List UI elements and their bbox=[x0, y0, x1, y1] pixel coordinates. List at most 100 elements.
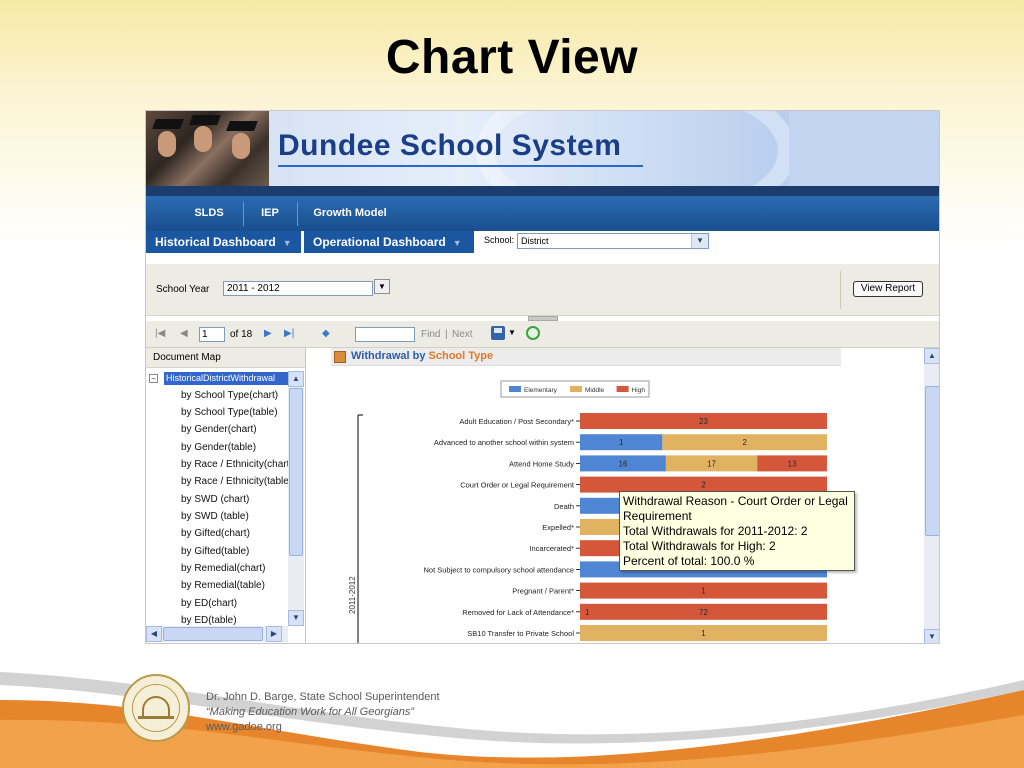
legend-label: Middle bbox=[585, 387, 605, 394]
tree-item[interactable]: by School Type(chart) bbox=[181, 387, 288, 404]
chevron-down-icon[interactable]: ▼ bbox=[374, 279, 390, 294]
refresh-icon[interactable] bbox=[526, 326, 540, 340]
document-map-header: Document Map bbox=[146, 348, 305, 368]
nav-slds[interactable]: SLDS bbox=[176, 196, 242, 231]
document-map-vertical-scrollbar[interactable]: ▲ ▼ bbox=[288, 371, 304, 626]
legend-swatch bbox=[616, 386, 629, 392]
bar-data-label: 23 bbox=[699, 417, 708, 426]
back-icon[interactable]: ◆ bbox=[322, 328, 330, 339]
find-next-link[interactable]: Next bbox=[452, 329, 473, 340]
tree-item[interactable]: by Race / Ethnicity(table) bbox=[181, 473, 288, 490]
chart-icon bbox=[334, 351, 346, 363]
georgia-department-of-education-seal bbox=[122, 674, 190, 742]
legend-label: Elementary bbox=[524, 387, 558, 394]
school-label: School: bbox=[484, 235, 515, 245]
tree-item[interactable]: by Gifted(table) bbox=[181, 543, 288, 560]
category-label: Incarcerated* bbox=[529, 544, 574, 553]
tree-item[interactable]: by Gifted(chart) bbox=[181, 525, 288, 542]
report-header: Withdrawal by School Type bbox=[331, 348, 841, 366]
last-page-icon[interactable]: ▶| bbox=[284, 328, 294, 339]
first-page-icon[interactable]: |◀ bbox=[155, 328, 165, 339]
bar-data-label: 2 bbox=[701, 481, 706, 490]
bar-data-label: 2 bbox=[742, 438, 747, 447]
document-map: Document Map − HistoricalDistrictWithdra… bbox=[146, 348, 306, 643]
tab-operational-dashboard[interactable]: Operational Dashboard ▼ bbox=[304, 231, 474, 253]
tree-item[interactable]: by ED(chart) bbox=[181, 595, 288, 612]
page-count: of 18 bbox=[230, 329, 253, 340]
slide-title: Chart View bbox=[385, 31, 639, 84]
report-vertical-scrollbar[interactable]: ▲ ▼ bbox=[924, 348, 939, 643]
tree-item[interactable]: by Race / Ethnicity(chart) bbox=[181, 456, 288, 473]
report-toolbar: |◀ ◀ 1 of 18 ▶ ▶| ◆ Find | Next ▼ bbox=[146, 321, 939, 348]
document-map-horizontal-scrollbar[interactable]: ◀ ▶ bbox=[146, 626, 288, 642]
tree-item[interactable]: by School Type(table) bbox=[181, 404, 288, 421]
next-page-icon[interactable]: ▶ bbox=[264, 328, 272, 339]
category-label: Pregnant / Parent* bbox=[512, 587, 574, 596]
tree-item[interactable]: by Gender(table) bbox=[181, 439, 288, 456]
graduates-photo bbox=[146, 111, 269, 186]
footer-superintendent: Dr. John D. Barge, State School Superint… bbox=[206, 691, 440, 703]
category-label: Expelled* bbox=[542, 523, 574, 532]
chevron-down-icon: ▼ bbox=[282, 238, 292, 248]
chart-tooltip: Withdrawal Reason - Court Order or Legal… bbox=[619, 491, 855, 571]
school-select[interactable]: District ▼ bbox=[517, 233, 709, 249]
bar-data-label: 72 bbox=[699, 608, 708, 617]
legend-swatch bbox=[570, 386, 582, 392]
find-input[interactable] bbox=[355, 327, 415, 342]
nav-growth-model[interactable]: Growth Model bbox=[298, 196, 402, 231]
tree-item[interactable]: by ED(table) bbox=[181, 612, 288, 626]
category-label: Removed for Lack of Attendance* bbox=[462, 608, 574, 617]
scroll-right-icon[interactable]: ▶ bbox=[266, 626, 282, 642]
chevron-down-icon: ▼ bbox=[452, 238, 462, 248]
scrollbar-thumb[interactable] bbox=[289, 388, 303, 556]
legend-label: High bbox=[632, 387, 646, 394]
tree-item[interactable]: by Remedial(chart) bbox=[181, 560, 288, 577]
category-label: Not Subject to compulsory school attenda… bbox=[423, 565, 574, 574]
secondary-nav: Historical Dashboard ▼ Operational Dashbo… bbox=[146, 231, 939, 253]
report-viewer: Withdrawal by School Type Elementary Midd… bbox=[316, 348, 939, 643]
bar-data-label: 13 bbox=[788, 459, 797, 468]
scroll-up-icon[interactable]: ▲ bbox=[924, 348, 939, 364]
page-number-input[interactable]: 1 bbox=[199, 327, 225, 342]
footer-text: Dr. John D. Barge, State School Superint… bbox=[206, 690, 440, 735]
bar-data-label: 1 bbox=[585, 608, 590, 617]
tree-item[interactable]: by SWD (chart) bbox=[181, 491, 288, 508]
parameters-bar: School Year 2011 - 2012 ▼ View Report bbox=[146, 264, 939, 316]
bar-data-label: 16 bbox=[619, 459, 628, 468]
scrollbar-thumb[interactable] bbox=[925, 386, 939, 536]
bar-data-label: 1 bbox=[619, 438, 624, 447]
category-label: SB10 Transfer to Private School bbox=[467, 629, 574, 638]
scrollbar-thumb[interactable] bbox=[163, 627, 263, 641]
report-title: Withdrawal by School Type bbox=[351, 350, 494, 362]
scroll-down-icon[interactable]: ▼ bbox=[924, 629, 939, 643]
collapse-icon[interactable]: − bbox=[149, 374, 158, 383]
view-report-button[interactable]: View Report bbox=[853, 281, 923, 297]
tree-root-item[interactable]: HistoricalDistrictWithdrawal bbox=[164, 372, 288, 385]
scroll-up-icon[interactable]: ▲ bbox=[288, 371, 304, 387]
tree-item[interactable]: by Gender(chart) bbox=[181, 421, 288, 438]
tree-item[interactable]: by Remedial(table) bbox=[181, 577, 288, 594]
find-link[interactable]: Find bbox=[421, 329, 440, 340]
scroll-left-icon[interactable]: ◀ bbox=[146, 626, 162, 642]
scroll-down-icon[interactable]: ▼ bbox=[288, 610, 304, 626]
category-label: Advanced to another school within system bbox=[434, 438, 574, 447]
legend-swatch bbox=[509, 386, 521, 392]
chevron-down-icon[interactable]: ▼ bbox=[691, 234, 708, 248]
category-label: Adult Education / Post Secondary* bbox=[459, 417, 574, 426]
school-year-select[interactable]: 2011 - 2012 bbox=[223, 281, 373, 296]
banner: Dundee School System bbox=[146, 111, 939, 186]
chevron-down-icon[interactable]: ▼ bbox=[508, 328, 516, 337]
previous-page-icon[interactable]: ◀ bbox=[180, 328, 188, 339]
category-label: Death bbox=[554, 502, 574, 511]
export-icon[interactable] bbox=[491, 326, 505, 340]
banner-title: Dundee School System bbox=[278, 129, 622, 162]
school-year-label: School Year bbox=[156, 284, 210, 295]
category-label: Court Order or Legal Requirement bbox=[460, 481, 575, 490]
bar-data-label: 1 bbox=[701, 629, 706, 638]
nav-iep[interactable]: IEP bbox=[244, 196, 296, 231]
tree-item[interactable]: by SWD (table) bbox=[181, 508, 288, 525]
bar-data-label: 1 bbox=[701, 587, 706, 596]
document-map-tree: − HistoricalDistrictWithdrawal by School… bbox=[146, 371, 288, 626]
footer-slogan: “Making Education Work for All Georgians… bbox=[206, 706, 415, 718]
tab-historical-dashboard[interactable]: Historical Dashboard ▼ bbox=[146, 231, 301, 253]
